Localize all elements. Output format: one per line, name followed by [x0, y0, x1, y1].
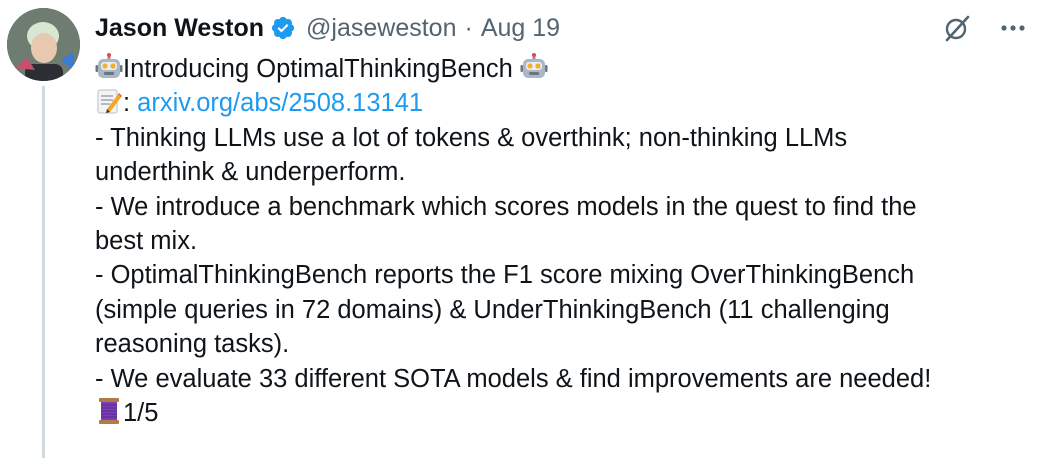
memo-emoji-icon: [95, 87, 123, 115]
tweet-text-line: reasoning tasks).: [95, 330, 290, 359]
tweet-text: Introducing OptimalThinkingBench: arxiv…: [95, 52, 1025, 430]
user-handle[interactable]: @jaseweston: [306, 10, 456, 46]
tweet-text-line: - We evaluate 33 different SOTA models &…: [95, 364, 932, 393]
tweet-text-line: - Thinking LLMs use a lot of tokens & ov…: [95, 123, 848, 152]
link-prefix: :: [123, 89, 138, 118]
robot-emoji-icon: [520, 53, 548, 81]
tweet-text-line: - We introduce a benchmark which scores …: [95, 192, 917, 221]
tweet-text-line: best mix.: [95, 227, 198, 256]
avatar[interactable]: [7, 8, 80, 81]
separator-dot: ·: [464, 14, 473, 42]
tweet-link-line: : arxiv.org/abs/2508.13141: [95, 86, 1025, 120]
grok-icon[interactable]: [942, 13, 972, 43]
robot-emoji-icon: [95, 53, 123, 81]
verified-badge-icon[interactable]: [270, 15, 296, 41]
thread-spool-emoji-icon: [95, 397, 123, 425]
thread-count-line: 1/5: [95, 396, 1025, 430]
display-name[interactable]: Jason Weston: [95, 10, 264, 46]
tweet-text-line: (simple queries in 72 domains) & UnderTh…: [95, 295, 890, 324]
thread-connector-line: [42, 86, 45, 458]
more-icon[interactable]: [998, 13, 1028, 43]
tweet-title: Introducing OptimalThinkingBench: [123, 55, 513, 83]
tweet-text-line: underthink & underperform.: [95, 158, 406, 187]
tweet[interactable]: Jason Weston @jaseweston · Aug 19 Introd…: [0, 0, 1042, 458]
tweet-text-line: - OptimalThinkingBench reports the F1 sc…: [95, 261, 915, 290]
tweet-title-line: Introducing OptimalThinkingBench: [95, 52, 1025, 86]
thread-count: 1/5: [123, 399, 159, 428]
tweet-actions: [942, 10, 1028, 46]
arxiv-link[interactable]: arxiv.org/abs/2508.13141: [137, 89, 423, 117]
tweet-date[interactable]: Aug 19: [481, 10, 560, 46]
tweet-header: Jason Weston @jaseweston · Aug 19: [95, 10, 560, 46]
